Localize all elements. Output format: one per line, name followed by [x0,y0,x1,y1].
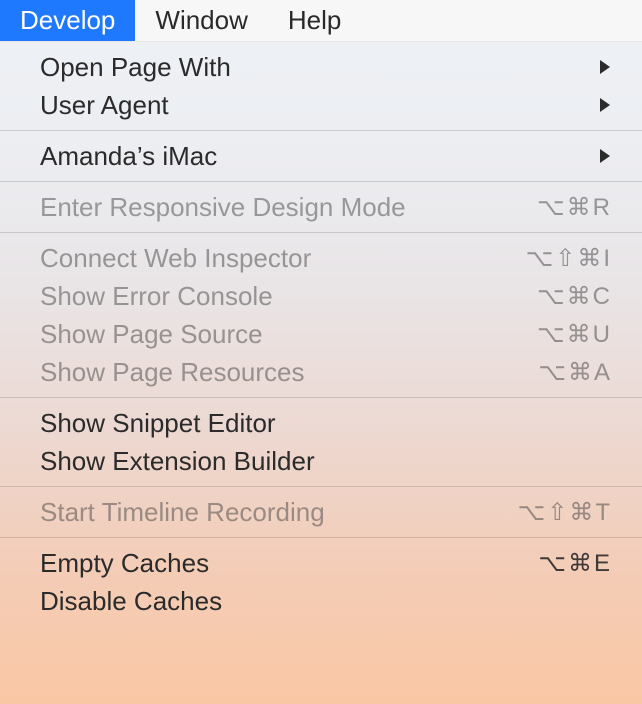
menu-item-enter-responsive-design-mode: Enter Responsive Design Mode ⌥⌘R [0,188,642,226]
menu-item-show-page-resources: Show Page Resources ⌥⌘A [0,353,642,391]
menu-item-shortcut: ⌥⇧⌘T [518,498,612,527]
menubar-item-develop[interactable]: Develop [0,0,135,41]
submenu-arrow-icon [598,96,612,114]
submenu-arrow-icon [598,147,612,165]
submenu-arrow-icon [598,58,612,76]
menu-item-shortcut: ⌥⌘C [537,282,612,311]
menu-item-disable-caches[interactable]: Disable Caches [0,582,642,620]
menu-item-shortcut: ⌥⌘E [538,549,612,578]
menubar-item-label: Window [155,5,247,36]
menu-item-label: Show Page Resources [40,357,304,388]
develop-menu: Open Page With User Agent Amanda’s iMac … [0,42,642,626]
menu-section: Start Timeline Recording ⌥⇧⌘T [0,487,642,537]
menu-item-start-timeline-recording: Start Timeline Recording ⌥⇧⌘T [0,493,642,531]
menu-item-label: Empty Caches [40,548,209,579]
menu-item-label: Show Snippet Editor [40,408,276,439]
menu-item-connect-web-inspector: Connect Web Inspector ⌥⇧⌘I [0,239,642,277]
menu-item-label: Show Extension Builder [40,446,315,477]
menu-item-label: Show Error Console [40,281,273,312]
menu-item-amandas-imac[interactable]: Amanda’s iMac [0,137,642,175]
menu-item-label: User Agent [40,90,169,121]
menu-item-show-error-console: Show Error Console ⌥⌘C [0,277,642,315]
menu-item-label: Show Page Source [40,319,263,350]
menu-item-label: Disable Caches [40,586,222,617]
menubar-item-label: Help [288,5,341,36]
menubar-item-window[interactable]: Window [135,0,267,41]
menu-item-label: Connect Web Inspector [40,243,311,274]
menu-item-label: Start Timeline Recording [40,497,325,528]
menu-section: Empty Caches ⌥⌘E Disable Caches [0,538,642,626]
menubar-item-help[interactable]: Help [268,0,361,41]
menu-item-user-agent[interactable]: User Agent [0,86,642,124]
menu-item-label: Amanda’s iMac [40,141,217,172]
menu-item-show-snippet-editor[interactable]: Show Snippet Editor [0,404,642,442]
menu-item-label: Enter Responsive Design Mode [40,192,406,223]
menu-item-shortcut: ⌥⌘U [537,320,612,349]
menu-section: Open Page With User Agent [0,42,642,130]
menu-item-empty-caches[interactable]: Empty Caches ⌥⌘E [0,544,642,582]
menu-item-show-extension-builder[interactable]: Show Extension Builder [0,442,642,480]
menu-section: Connect Web Inspector ⌥⇧⌘I Show Error Co… [0,233,642,397]
menu-item-shortcut: ⌥⌘A [538,358,612,387]
menu-item-open-page-with[interactable]: Open Page With [0,48,642,86]
menubar: Develop Window Help [0,0,642,42]
menu-section: Amanda’s iMac [0,131,642,181]
menu-item-shortcut: ⌥⌘R [537,193,612,222]
menubar-item-label: Develop [20,5,115,36]
menu-item-label: Open Page With [40,52,231,83]
menu-section: Enter Responsive Design Mode ⌥⌘R [0,182,642,232]
menu-item-shortcut: ⌥⇧⌘I [526,244,612,273]
menu-section: Show Snippet Editor Show Extension Build… [0,398,642,486]
menu-item-show-page-source: Show Page Source ⌥⌘U [0,315,642,353]
